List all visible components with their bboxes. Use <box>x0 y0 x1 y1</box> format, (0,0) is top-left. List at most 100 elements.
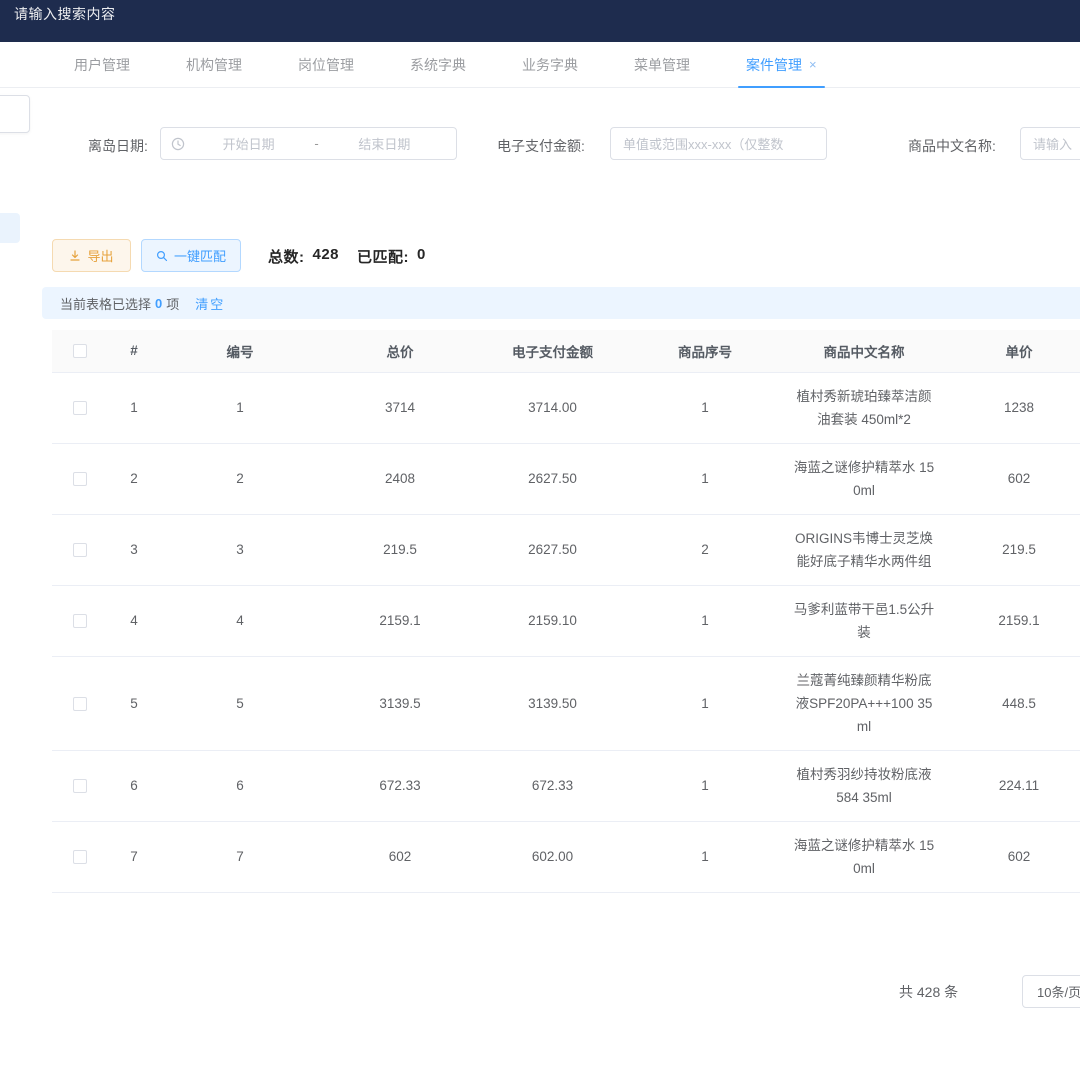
cell-paid: 3714.00 <box>480 372 625 443</box>
cell-unit: 2159.1 <box>943 585 1080 656</box>
selection-prefix: 当前表格已选择 <box>60 294 151 313</box>
product-name-input[interactable]: 请输入 <box>1020 127 1080 160</box>
cell-code: 2 <box>160 443 320 514</box>
cell-name: 植村秀新琥珀臻萃洁颜油套装 450ml*2 <box>785 372 943 443</box>
tab-post-management[interactable]: 岗位管理 <box>284 42 368 88</box>
header-select-all <box>52 330 108 372</box>
cell-paid: 2627.50 <box>480 443 625 514</box>
collapsed-panel-box[interactable] <box>0 95 30 133</box>
date-range-separator: - <box>310 136 322 151</box>
start-date-placeholder[interactable]: 开始日期 <box>187 134 310 153</box>
cell-code: 8 <box>160 892 320 905</box>
cell-index: 7 <box>108 821 160 892</box>
cell-total: 602 <box>320 821 480 892</box>
cell-code: 3 <box>160 514 320 585</box>
col-product-seq: 商品序号 <box>625 330 785 372</box>
one-click-match-button[interactable]: 一键匹配 <box>141 239 241 272</box>
table-row: 442159.12159.101马爹利蓝带干邑1.5公升装2159.1 <box>52 585 1080 656</box>
table-row: 553139.53139.501兰蔻菁纯臻颜精华粉底液SPF20PA+++100… <box>52 656 1080 750</box>
case-table-wrapper: # 编号 总价 电子支付金额 商品序号 商品中文名称 单价 1137143714… <box>52 330 1080 905</box>
selection-count: 0 <box>155 296 162 311</box>
cell-index: 8 <box>108 892 160 905</box>
cell-total: 672.33 <box>320 750 480 821</box>
cell-code: 7 <box>160 821 320 892</box>
cell-unit: 448.5 <box>943 656 1080 750</box>
table-row: 77602602.001海蓝之谜修护精萃水 150ml602 <box>52 821 1080 892</box>
row-checkbox[interactable] <box>73 850 87 864</box>
table-row: 2224082627.501海蓝之谜修护精萃水 150ml602 <box>52 443 1080 514</box>
tab-org-management[interactable]: 机构管理 <box>172 42 256 88</box>
cell-name: 马爹利蓝带干邑1.5公升装 <box>785 585 943 656</box>
cell-paid: 602.00 <box>480 821 625 892</box>
top-navbar: 请输入搜索内容 <box>0 0 1080 42</box>
clear-selection-link[interactable]: 清空 <box>195 294 225 313</box>
cell-total: 219.5 <box>320 514 480 585</box>
cell-unit: 1238 <box>943 372 1080 443</box>
tab-menu-management[interactable]: 菜单管理 <box>620 42 704 88</box>
cell-paid: 672.33 <box>480 750 625 821</box>
depart-date-range-picker[interactable]: 开始日期 - 结束日期 <box>160 127 457 160</box>
cell-index: 6 <box>108 750 160 821</box>
depart-date-label: 离岛日期: <box>88 136 148 156</box>
cell-code: 6 <box>160 750 320 821</box>
export-button[interactable]: 导出 <box>52 239 131 272</box>
tab-close-icon[interactable]: × <box>809 58 817 71</box>
tab-business-dict[interactable]: 业务字典 <box>508 42 592 88</box>
table-row: 881233.471233.471卡诗菁纯亮泽经典香氛 100ml411.16 <box>52 892 1080 905</box>
cell-unit: 602 <box>943 443 1080 514</box>
tab-user-management[interactable]: 用户管理 <box>60 42 144 88</box>
left-edge-chip <box>0 213 20 243</box>
col-total-price: 总价 <box>320 330 480 372</box>
cell-unit: 219.5 <box>943 514 1080 585</box>
matched-label: 已匹配: <box>357 246 409 267</box>
global-search-input[interactable]: 请输入搜索内容 <box>14 4 116 24</box>
table-row: 33219.52627.502ORIGINS韦博士灵芝焕能好底子精华水两件组21… <box>52 514 1080 585</box>
col-code: 编号 <box>160 330 320 372</box>
row-checkbox[interactable] <box>73 697 87 711</box>
tab-system-dict[interactable]: 系统字典 <box>396 42 480 88</box>
match-stats: 总数: 428 已匹配: 0 <box>268 246 426 267</box>
cell-paid: 1233.47 <box>480 892 625 905</box>
cell-total: 1233.47 <box>320 892 480 905</box>
cell-index: 1 <box>108 372 160 443</box>
cell-paid: 2627.50 <box>480 514 625 585</box>
tab-bar: 用户管理 机构管理 岗位管理 系统字典 业务字典 菜单管理 案件管理 × <box>0 42 1080 88</box>
pagination-total: 共 428 条 <box>899 982 958 1002</box>
epay-amount-input[interactable]: 单值或范围xxx-xxx（仅整数 <box>610 127 827 160</box>
total-label: 总数: <box>268 246 305 267</box>
cell-name: 海蓝之谜修护精萃水 150ml <box>785 821 943 892</box>
row-checkbox[interactable] <box>73 543 87 557</box>
total-value: 428 <box>313 246 340 267</box>
cell-seq: 1 <box>625 892 785 905</box>
epay-amount-label: 电子支付金额: <box>497 136 585 156</box>
cell-unit: 602 <box>943 821 1080 892</box>
row-checkbox[interactable] <box>73 472 87 486</box>
col-index: # <box>108 330 160 372</box>
cell-total: 2408 <box>320 443 480 514</box>
end-date-placeholder[interactable]: 结束日期 <box>323 134 446 153</box>
cell-seq: 1 <box>625 656 785 750</box>
row-checkbox[interactable] <box>73 614 87 628</box>
col-unit-price: 单价 <box>943 330 1080 372</box>
cell-seq: 1 <box>625 821 785 892</box>
cell-index: 3 <box>108 514 160 585</box>
case-table: # 编号 总价 电子支付金额 商品序号 商品中文名称 单价 1137143714… <box>52 330 1080 905</box>
search-icon <box>156 250 168 262</box>
table-row: 1137143714.001植村秀新琥珀臻萃洁颜油套装 450ml*21238 <box>52 372 1080 443</box>
clock-icon <box>171 137 185 151</box>
cell-name: ORIGINS韦博士灵芝焕能好底子精华水两件组 <box>785 514 943 585</box>
cell-total: 3139.5 <box>320 656 480 750</box>
cell-total: 3714 <box>320 372 480 443</box>
tab-case-management[interactable]: 案件管理 × <box>732 42 831 88</box>
row-checkbox[interactable] <box>73 401 87 415</box>
page-size-select[interactable]: 10条/页 <box>1022 975 1080 1008</box>
select-all-checkbox[interactable] <box>73 344 87 358</box>
matched-value: 0 <box>417 246 426 267</box>
row-checkbox[interactable] <box>73 779 87 793</box>
cell-code: 5 <box>160 656 320 750</box>
cell-name: 卡诗菁纯亮泽经典香氛 100ml <box>785 892 943 905</box>
cell-code: 4 <box>160 585 320 656</box>
cell-total: 2159.1 <box>320 585 480 656</box>
col-product-name: 商品中文名称 <box>785 330 943 372</box>
selection-suffix: 项 <box>166 294 179 313</box>
